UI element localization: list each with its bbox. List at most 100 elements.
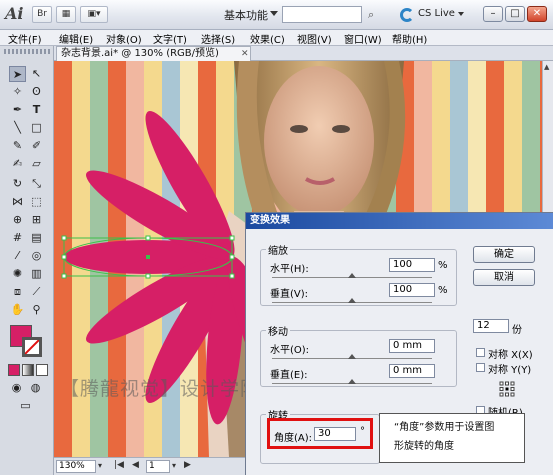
free-transform-tool-icon[interactable]: ⬚ (28, 194, 45, 210)
illustrator-window: Ai Br ▦ ▣▾ 基本功能 ⌕ CS Live – □ ✕ 文件(F) 编辑… (0, 0, 553, 475)
scale-group-label: 缩放 (266, 242, 290, 257)
color-mode-icon[interactable] (8, 364, 20, 376)
minibridge-icon[interactable]: ▦ (56, 6, 76, 23)
workspace-switcher[interactable]: 基本功能 (224, 7, 268, 23)
panel-grip[interactable] (4, 49, 50, 54)
reflect-y-label: 对称 Y(Y) (488, 365, 532, 376)
direct-selection-tool-icon[interactable]: ↖ (28, 66, 45, 82)
ok-button[interactable]: 确定 (473, 246, 535, 263)
none-mode-icon[interactable] (36, 364, 48, 376)
tools-panel: ➤ ↖ ✧ ʘ ✒ T ╲ □ ✎ ✐ ✍ ▱ ↻ ⤡ ⋈ ⬚ ⊕ ⊞ # ▤ … (0, 46, 54, 475)
chevron-down-icon[interactable]: ▾ (172, 461, 176, 470)
chevron-down-icon[interactable] (458, 12, 464, 16)
next-artboard-icon[interactable]: ▶ (184, 460, 191, 470)
menu-file[interactable]: 文件(F) (8, 31, 42, 46)
menu-type[interactable]: 文字(T) (153, 31, 187, 46)
blend-tool-icon[interactable]: ◎ (28, 248, 45, 264)
maximize-button[interactable]: □ (505, 6, 525, 22)
artboard-tool-icon[interactable]: ⧈ (9, 284, 26, 300)
cs-live-icon (400, 8, 414, 22)
scale-horizontal-label: 水平(H): (270, 264, 309, 275)
reflect-y-checkbox[interactable] (476, 363, 485, 372)
hand-tool-icon[interactable]: ✋ (9, 302, 26, 318)
scale-vertical-input[interactable]: 100 (389, 283, 435, 297)
slider-thumb[interactable] (348, 379, 356, 384)
lasso-tool-icon[interactable]: ʘ (28, 84, 45, 100)
move-horizontal-label: 水平(O): (270, 345, 310, 356)
reference-point-locator-icon[interactable] (499, 381, 515, 397)
shape-builder-tool-icon[interactable]: ⊕ (9, 212, 26, 228)
stroke-color-swatch[interactable] (22, 337, 42, 357)
menu-effect[interactable]: 效果(C) (250, 31, 285, 46)
slider-thumb[interactable] (348, 354, 356, 359)
slider-thumb[interactable] (348, 298, 356, 303)
close-icon[interactable]: ✕ (241, 48, 249, 61)
document-tab-bar: 杂志背景.ai* @ 130% (RGB/预览) ✕ (54, 46, 553, 61)
perspective-grid-tool-icon[interactable]: ⊞ (28, 212, 45, 228)
draw-normal-icon[interactable]: ◉ (8, 380, 25, 396)
percent-unit: % (438, 260, 448, 271)
scale-vertical-label: 垂直(V): (270, 289, 309, 300)
cs-live-button[interactable]: CS Live (418, 8, 455, 19)
eyedropper-tool-icon[interactable]: ⁄ (9, 248, 26, 264)
zoom-tool-icon[interactable]: ⚲ (28, 302, 45, 318)
first-artboard-icon[interactable]: |◀ (114, 460, 124, 470)
scale-horizontal-input[interactable]: 100 (389, 258, 435, 272)
rotate-tool-icon[interactable]: ↻ (9, 176, 26, 192)
selection-tool-icon[interactable]: ➤ (9, 66, 26, 82)
arrange-documents-button[interactable]: ▣▾ (80, 6, 108, 23)
slider-thumb[interactable] (348, 273, 356, 278)
annotation-callout: “角度”参数用于设置图 形旋转的角度 (379, 413, 525, 463)
menu-help[interactable]: 帮助(H) (392, 31, 427, 46)
pen-tool-icon[interactable]: ✒ (9, 102, 26, 118)
gradient-mode-icon[interactable] (22, 364, 34, 376)
menu-window[interactable]: 窗口(W) (344, 31, 382, 46)
chevron-down-icon[interactable] (270, 11, 278, 16)
magic-wand-tool-icon[interactable]: ✧ (9, 84, 26, 100)
zoom-level-field[interactable]: 130% (56, 460, 96, 473)
move-group-label: 移动 (266, 323, 290, 338)
symbol-sprayer-tool-icon[interactable]: ✺ (9, 266, 26, 282)
previous-artboard-icon[interactable]: ◀ (132, 460, 139, 470)
gradient-tool-icon[interactable]: ▤ (28, 230, 45, 246)
draw-behind-icon[interactable]: ◍ (27, 380, 44, 396)
line-tool-icon[interactable]: ╲ (9, 120, 26, 136)
width-tool-icon[interactable]: ⋈ (9, 194, 26, 210)
minimize-button[interactable]: – (483, 6, 503, 22)
rectangle-tool-icon[interactable]: □ (28, 120, 45, 136)
document-tab[interactable]: 杂志背景.ai* @ 130% (RGB/预览) ✕ (56, 46, 251, 61)
paintbrush-tool-icon[interactable]: ✎ (9, 138, 26, 154)
move-horizontal-input[interactable]: 0 mm (389, 339, 435, 353)
blob-brush-tool-icon[interactable]: ✍ (9, 156, 26, 172)
slice-tool-icon[interactable]: ⟋ (28, 284, 45, 300)
bridge-button[interactable]: Br (32, 6, 52, 23)
eraser-tool-icon[interactable]: ▱ (28, 156, 45, 172)
mesh-tool-icon[interactable]: # (9, 230, 26, 246)
close-button[interactable]: ✕ (527, 6, 547, 22)
move-vertical-label: 垂直(E): (270, 370, 308, 381)
scale-tool-icon[interactable]: ⤡ (28, 176, 45, 192)
type-tool-icon[interactable]: T (28, 102, 45, 118)
annotation-line-2: 形旋转的角度 (394, 441, 454, 452)
reflect-x-checkbox[interactable] (476, 348, 485, 357)
menu-object[interactable]: 对象(O) (106, 31, 142, 46)
scroll-up-icon[interactable]: ▲ (544, 63, 549, 71)
move-vertical-input[interactable]: 0 mm (389, 364, 435, 378)
annotation-line-1: “角度”参数用于设置图 (394, 422, 495, 433)
artboard-number-field[interactable]: 1 (146, 460, 170, 473)
document-tab-title: 杂志背景.ai* @ 130% (RGB/预览) (61, 48, 219, 59)
menu-view[interactable]: 视图(V) (297, 31, 332, 46)
copies-unit: 份 (512, 325, 522, 336)
menu-edit[interactable]: 编辑(E) (59, 31, 93, 46)
app-logo: Ai (5, 4, 24, 23)
cancel-button[interactable]: 取消 (473, 269, 535, 286)
copies-input[interactable]: 12 (473, 319, 509, 333)
menu-select[interactable]: 选择(S) (201, 31, 235, 46)
column-graph-tool-icon[interactable]: ▥ (28, 266, 45, 282)
screen-mode-icon[interactable]: ▭ (17, 398, 34, 414)
chevron-down-icon[interactable]: ▾ (98, 461, 102, 470)
pencil-tool-icon[interactable]: ✐ (28, 138, 45, 154)
search-icon[interactable]: ⌕ (368, 8, 374, 22)
search-input[interactable] (282, 6, 362, 23)
title-bar: Ai Br ▦ ▣▾ 基本功能 ⌕ CS Live – □ ✕ (0, 0, 553, 30)
